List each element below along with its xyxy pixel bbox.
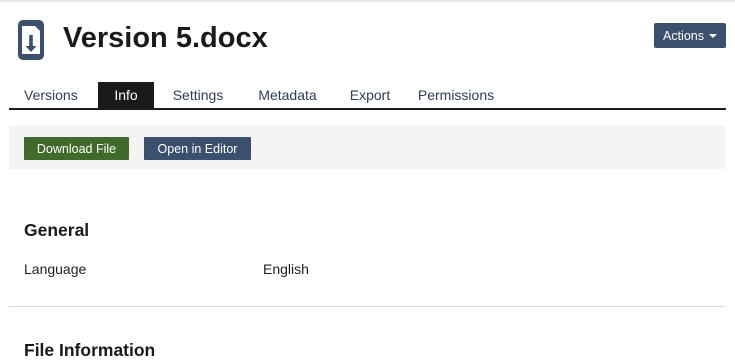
download-file-button[interactable]: Download File xyxy=(24,137,129,160)
tab-versions[interactable]: Versions xyxy=(9,82,98,108)
tab-info[interactable]: Info xyxy=(98,82,154,108)
language-value: English xyxy=(263,261,309,277)
caret-down-icon xyxy=(709,34,717,38)
action-toolbar: Download File Open in Editor xyxy=(9,126,725,169)
page-header: Version 5.docx Actions xyxy=(0,14,735,68)
page-title: Version 5.docx xyxy=(63,22,268,54)
actions-label: Actions xyxy=(663,28,704,43)
document-download-icon xyxy=(18,20,44,60)
tab-permissions[interactable]: Permissions xyxy=(407,82,505,108)
actions-button[interactable]: Actions xyxy=(654,23,726,48)
section-divider xyxy=(9,306,725,307)
top-border xyxy=(0,0,735,2)
general-heading: General xyxy=(24,220,90,240)
tab-bar: Versions Info Settings Metadata Export P… xyxy=(9,82,726,110)
open-in-editor-button[interactable]: Open in Editor xyxy=(144,137,251,160)
tab-settings[interactable]: Settings xyxy=(154,82,242,108)
language-label: Language xyxy=(24,261,87,277)
file-information-heading: File Information xyxy=(24,340,156,360)
tab-metadata[interactable]: Metadata xyxy=(242,82,333,108)
tab-export[interactable]: Export xyxy=(333,82,407,108)
